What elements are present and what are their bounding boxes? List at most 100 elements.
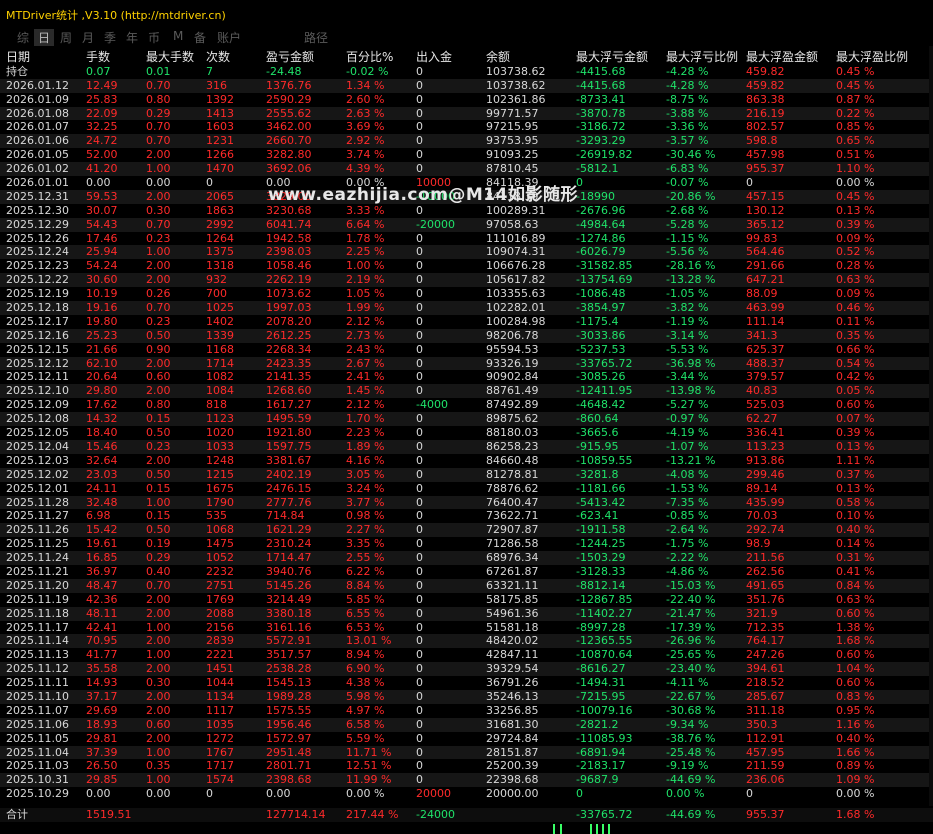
table-row[interactable]: 2025.11.27 6.98 0.15 535 714.84 0.98 % 0 73622.… (0, 509, 933, 523)
table-row[interactable]: 2025.12.23 54.24 2.00 1318 1058.46 1.00 % 0 106… (0, 259, 933, 273)
table-row[interactable]: 2025.11.12 35.58 2.00 1451 2538.28 6.90 % 0 393… (0, 662, 933, 677)
column-header[interactable]: 日期 (6, 50, 30, 65)
table-row[interactable]: 2025.12.16 25.23 0.50 1339 2612.25 2.73 % 0 982… (0, 328, 933, 343)
table-cell: 37.17 (86, 689, 118, 703)
table-row[interactable]: 2025.12.04 15.46 0.23 1033 1597.75 1.89 % 0 862… (0, 439, 933, 454)
table-cell: 0.65 % (836, 134, 875, 148)
table-cell: 2.55 % (346, 551, 385, 565)
table-row[interactable]: 2025.12.17 19.80 0.23 1402 2078.20 2.12 % 0 100… (0, 315, 933, 329)
table-cell: 2310.24 (266, 537, 312, 551)
vertical-scrollbar[interactable] (929, 46, 933, 806)
table-row[interactable]: 2025.11.25 19.61 0.19 1475 2310.24 3.35 % 0 712… (0, 537, 933, 551)
table-row[interactable]: 2025.10.29 0.00 0.00 0 0.00 0.00 % 20000 20000.… (0, 787, 933, 801)
table-row[interactable]: 2025.11.24 16.85 0.29 1052 1714.47 2.55 % 0 689… (0, 551, 933, 565)
table-row[interactable]: 2025.11.20 48.47 0.70 2751 5145.26 8.84 % 0 633… (0, 578, 933, 593)
table-cell: 0.80 (146, 398, 171, 412)
table-row[interactable]: 2025.11.11 14.93 0.30 1044 1545.13 4.38 % 0 367… (0, 676, 933, 690)
table-row[interactable]: 2025.12.05 18.40 0.50 1020 1921.80 2.23 % 0 881… (0, 426, 933, 440)
table-cell: 14.93 (86, 676, 118, 690)
tab-9[interactable]: 账户 (217, 29, 241, 46)
table-row[interactable]: 2025.11.10 37.17 2.00 1134 1989.28 5.98 % 0 352… (0, 689, 933, 704)
column-header[interactable]: 手数 (86, 50, 110, 65)
table-row[interactable]: 2025.12.11 20.64 0.60 1082 2141.35 2.41 % 0 909… (0, 370, 933, 384)
table-cell: -1244.25 (576, 537, 626, 551)
table-row[interactable]: 2025.11.28 32.48 1.00 1790 2777.76 3.77 % 0 764… (0, 495, 933, 510)
tab-3[interactable]: 月 (82, 29, 94, 46)
tab-4[interactable]: 季 (104, 29, 116, 46)
table-row[interactable]: 2025.11.14 70.95 2.00 2839 5572.91 13.01 % 0 48… (0, 634, 933, 649)
table-row[interactable]: 2025.12.09 17.62 0.80 818 1617.27 2.12 % -4000… (0, 398, 933, 412)
column-header[interactable]: 最大手数 (146, 50, 194, 65)
column-header[interactable]: 最大浮盈金额 (746, 50, 818, 65)
table-row[interactable]: 2025.11.26 15.42 0.50 1068 1621.29 2.27 % 0 729… (0, 523, 933, 538)
column-header[interactable]: 次数 (206, 50, 230, 65)
column-header[interactable]: 最大浮亏金额 (576, 50, 648, 65)
table-row[interactable]: 2025.11.21 36.97 0.40 2232 3940.76 6.22 % 0 672… (0, 565, 933, 579)
table-row[interactable]: 2025.12.03 32.64 2.00 1248 3381.67 4.16 % 0 846… (0, 454, 933, 468)
table-row[interactable]: 2025.12.30 30.07 0.30 1863 3230.68 3.33 % 0 100… (0, 204, 933, 218)
column-header[interactable]: 百分比% (346, 50, 393, 65)
tab-0[interactable]: 综 (17, 29, 29, 46)
table-row[interactable]: 2026.01.02 41.20 1.00 1470 3692.06 4.39 % 0 878… (0, 162, 933, 177)
table-cell: 1717 (206, 759, 234, 773)
column-header[interactable]: 最大浮亏比例 (666, 50, 738, 65)
table-row[interactable]: 2026.01.12 12.49 0.70 316 1376.76 1.34 % 0 1037… (0, 78, 933, 93)
table-cell: -1175.4 (576, 314, 619, 328)
column-header[interactable]: 出入金 (416, 50, 452, 65)
table-cell: 103738.62 (486, 78, 546, 92)
table-row[interactable]: 2026.01.05 52.00 2.00 1266 3282.80 3.74 % 0 910… (0, 148, 933, 162)
table-row[interactable]: 2025.12.08 14.32 0.15 1123 1495.59 1.70 % 0 898… (0, 412, 933, 427)
table-row[interactable]: 2025.12.15 21.66 0.90 1168 2268.34 2.43 % 0 955… (0, 343, 933, 357)
table-cell: 1339 (206, 328, 234, 342)
table-cell: 0 (416, 773, 423, 787)
table-row[interactable]: 2025.11.17 42.41 1.00 2156 3161.16 6.53 % 0 515… (0, 621, 933, 635)
table-cell: 2.00 (146, 189, 171, 203)
table-row[interactable]: 2025.12.29 54.43 0.70 2992 6041.74 6.64 % -200… (0, 217, 933, 232)
table-row[interactable]: 2025.12.22 30.60 2.00 932 2262.19 2.19 % 0 1056… (0, 273, 933, 288)
table-cell: -4648.42 (576, 398, 626, 412)
table-row[interactable]: 2026.01.09 25.83 0.80 1392 2590.29 2.60 % 0 102… (0, 93, 933, 107)
tab-2[interactable]: 周 (60, 29, 72, 46)
table-cell: 25.23 (86, 328, 118, 342)
table-cell: 0.00 % (836, 787, 875, 801)
table-row[interactable]: 2025.11.04 37.39 1.00 1767 2951.48 11.71 % 0 28… (0, 745, 933, 760)
table-cell: 1035 (206, 717, 234, 731)
table-row[interactable]: 2026.01.07 32.25 0.70 1603 3462.00 3.69 % 0 972… (0, 120, 933, 134)
table-row[interactable]: 2025.11.07 29.69 2.00 1117 1575.55 4.97 % 0 332… (0, 704, 933, 718)
table-row[interactable]: 2026.01.08 22.09 0.29 1413 2555.62 2.63 % 0 997… (0, 106, 933, 121)
table-cell: 2.00 (146, 703, 171, 717)
table-cell: -24.48 (266, 64, 302, 78)
table-row[interactable]: 2026.01.06 24.72 0.70 1231 2660.70 2.92 % 0 937… (0, 134, 933, 149)
table-cell: 0.00 (86, 787, 111, 801)
table-row[interactable]: 2025.12.26 17.46 0.23 1264 1942.58 1.78 % 0 111… (0, 232, 933, 246)
table-cell: 1.16 % (836, 717, 875, 731)
table-cell: 88761.49 (486, 384, 539, 398)
table-row[interactable]: 2025.11.18 48.11 2.00 2088 3380.18 6.55 % 0 549… (0, 606, 933, 621)
tab-10[interactable]: 路径 (304, 29, 328, 46)
table-row[interactable]: 2025.11.03 26.50 0.35 1717 2801.71 12.51 % 0 25… (0, 759, 933, 773)
table-cell: -1.15 % (666, 231, 709, 245)
column-header[interactable]: 余额 (486, 50, 510, 65)
table-row[interactable]: 2025.12.19 10.19 0.26 700 1073.62 1.05 % 0 1033… (0, 287, 933, 301)
column-header[interactable]: 盈亏金额 (266, 50, 314, 65)
table-cell: 2268.34 (266, 342, 312, 356)
table-row[interactable]: 2025.12.10 29.80 2.00 1084 1268.60 1.45 % 0 887… (0, 384, 933, 399)
table-row[interactable]: 2025.11.05 29.81 2.00 1272 1572.97 5.59 % 0 297… (0, 732, 933, 746)
column-header[interactable]: 最大浮盈比例 (836, 50, 908, 65)
table-cell: 1.11 % (836, 453, 875, 467)
tab-8[interactable]: 备 (194, 29, 206, 46)
tab-1[interactable]: 日 (34, 29, 55, 46)
table-row[interactable]: 2025.11.19 42.36 2.00 1769 3214.49 5.85 % 0 581… (0, 593, 933, 607)
table-row[interactable]: 2025.10.31 29.85 1.00 1574 2398.68 11.99 % 0 22… (0, 773, 933, 788)
table-row[interactable]: 2025.12.18 19.16 0.70 1025 1997.03 1.99 % 0 102… (0, 301, 933, 315)
tab-5[interactable]: 年 (126, 29, 138, 46)
table-row[interactable]: 2025.11.06 18.93 0.60 1035 1956.46 6.58 % 0 316… (0, 717, 933, 732)
table-row[interactable]: 2025.12.12 62.10 2.00 1714 2423.35 2.67 % 0 933… (0, 356, 933, 371)
table-row[interactable]: 2025.11.13 41.77 1.00 2221 3517.57 8.94 % 0 428… (0, 648, 933, 662)
table-row[interactable]: 持仓 0.07 0.01 7 -24.48 -0.02 % 0 103738.62 -4415.… (0, 65, 933, 79)
table-row[interactable]: 2025.12.02 23.03 0.50 1215 2402.19 3.05 % 0 812… (0, 467, 933, 482)
tab-6[interactable]: 币 (148, 29, 160, 46)
table-row[interactable]: 2025.12.24 25.94 1.00 1375 2398.03 2.25 % 0 109… (0, 245, 933, 260)
table-row[interactable]: 2025.12.01 24.11 0.15 1675 2476.15 3.24 % 0 788… (0, 482, 933, 496)
tab-7[interactable]: M (173, 29, 183, 43)
